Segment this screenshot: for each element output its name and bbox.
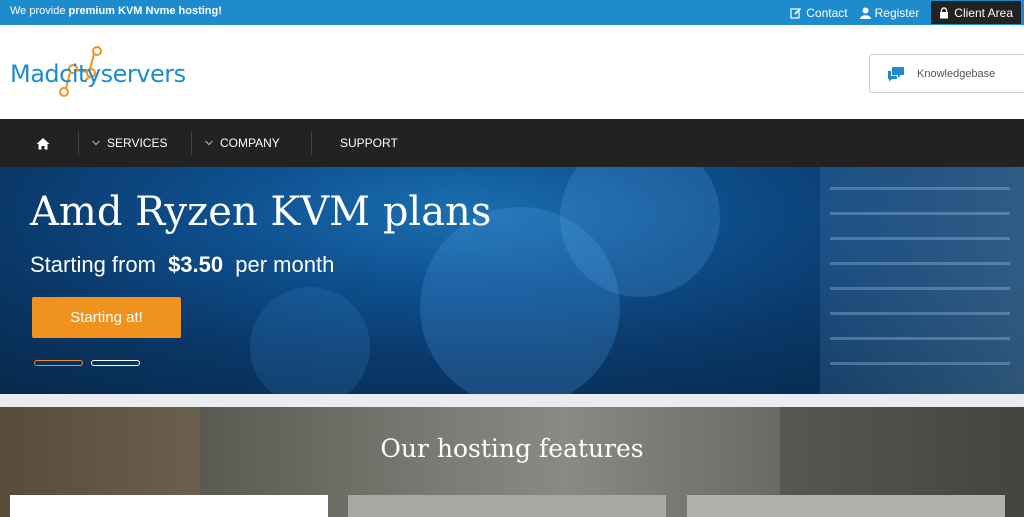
contact-link[interactable]: Contact <box>790 5 848 20</box>
section-divider <box>0 394 1024 407</box>
hero-bokeh <box>250 287 370 394</box>
feature-card <box>10 495 328 517</box>
hero-title: Amd Ryzen KVM plans <box>30 189 492 235</box>
slide-indicator-2[interactable] <box>91 360 140 366</box>
nav-divider <box>311 131 312 155</box>
promo-prefix: We provide <box>10 5 69 17</box>
lock-icon <box>940 6 949 18</box>
hero-price: $3.50 <box>168 252 224 277</box>
top-links: Contact Register Client Area <box>790 0 1024 25</box>
user-icon <box>859 7 871 19</box>
chevron-down-icon <box>92 140 100 146</box>
nav-support-label: SUPPORT <box>340 136 398 150</box>
feature-card <box>687 495 1005 517</box>
knowledgebase-button[interactable]: Knowledgebase <box>869 54 1024 93</box>
top-bar: We provide premium KVM Nvme hosting! Con… <box>0 0 1024 25</box>
nav-home[interactable] <box>36 119 50 167</box>
starting-at-button[interactable]: Starting at! <box>32 297 181 338</box>
feature-card <box>348 495 666 517</box>
hero-sub-prefix: Starting from <box>30 252 156 277</box>
hero-banner: Amd Ryzen KVM plans Starting from $3.50 … <box>0 167 1024 394</box>
main-nav: SERVICES COMPANY SUPPORT <box>0 119 1024 167</box>
slide-indicator-1[interactable] <box>34 360 83 366</box>
logo[interactable]: Madcityservers <box>10 45 200 105</box>
contact-label: Contact <box>806 5 848 20</box>
nav-support[interactable]: SUPPORT <box>340 119 398 167</box>
features-title: Our hosting features <box>380 434 644 463</box>
logo-text: Madcityservers <box>10 60 186 88</box>
nav-divider <box>191 131 192 155</box>
features-section: Our hosting features <box>0 407 1024 517</box>
promo-bold: premium KVM Nvme hosting! <box>68 5 222 17</box>
nav-services[interactable]: SERVICES <box>92 119 167 167</box>
chat-bubbles-icon <box>888 66 904 81</box>
register-link[interactable]: Register <box>859 5 920 20</box>
hero-sub-suffix: per month <box>235 252 335 277</box>
chevron-down-icon <box>205 140 213 146</box>
nav-divider <box>78 131 79 155</box>
client-area-label: Client Area <box>954 5 1013 20</box>
register-label: Register <box>874 5 920 20</box>
nav-company[interactable]: COMPANY <box>205 119 280 167</box>
promo-text: We provide premium KVM Nvme hosting! <box>10 5 222 17</box>
knowledgebase-label: Knowledgebase <box>917 67 996 80</box>
server-rack-image <box>820 167 1024 394</box>
nav-company-label: COMPANY <box>220 136 280 150</box>
nav-services-label: SERVICES <box>107 136 168 150</box>
edit-icon <box>790 7 802 19</box>
hero-subtitle: Starting from $3.50 per month <box>30 252 334 278</box>
home-icon <box>36 137 50 149</box>
site-header: Madcityservers Knowledgebase <box>0 25 1024 119</box>
client-area-button[interactable]: Client Area <box>931 1 1021 24</box>
